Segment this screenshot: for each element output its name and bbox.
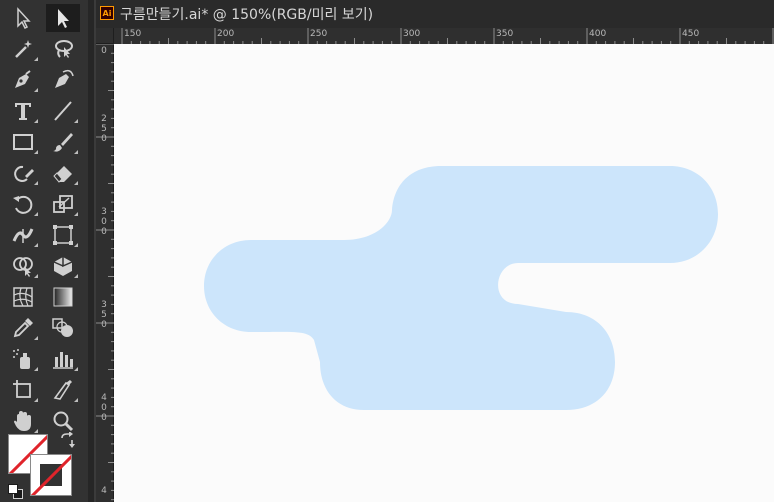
document-title: 구름만들기.ai* @ 150%(RGB/미리 보기) — [120, 7, 374, 23]
slice-tool[interactable] — [46, 376, 80, 404]
slice-knife-icon — [53, 380, 72, 400]
pen-nib-icon — [15, 70, 31, 88]
selection-tool[interactable] — [6, 4, 40, 32]
document-tab[interactable]: Ai 구름만들기.ai* @ 150%(RGB/미리 보기) — [96, 0, 774, 29]
horizontal-ruler[interactable]: 150 200 250 300 350 400 450 — [114, 28, 774, 45]
ruler-label: 250 — [101, 114, 107, 144]
mesh-icon — [13, 287, 33, 307]
shaper-icon — [14, 165, 34, 182]
ruler-label: 350 — [101, 300, 107, 330]
fill-stroke-swatches — [6, 431, 82, 502]
shaper-tool[interactable] — [6, 159, 40, 187]
horizontal-ruler-ticks — [121, 28, 774, 44]
hand-tool[interactable] — [6, 407, 40, 435]
shape-builder-tool[interactable] — [6, 252, 40, 280]
free-transform-tool[interactable] — [46, 221, 80, 249]
gradient-icon — [53, 287, 73, 307]
lasso-icon — [55, 40, 73, 58]
mesh-tool[interactable] — [6, 283, 40, 311]
ruler-label: 300 — [101, 207, 107, 237]
ruler-label: 400 — [101, 393, 107, 423]
blend-icon — [52, 318, 73, 337]
curvature-tool[interactable] — [46, 66, 80, 94]
default-fill-stroke-icon[interactable] — [8, 484, 24, 500]
stroke-swatch-none[interactable] — [30, 454, 72, 496]
rotate-icon — [13, 195, 33, 214]
illustrator-file-icon: Ai — [100, 6, 114, 20]
type-tool[interactable] — [6, 97, 40, 125]
pen-tool[interactable] — [6, 66, 40, 94]
width-tool[interactable] — [6, 221, 40, 249]
ruler-origin[interactable] — [96, 28, 114, 44]
ruler-label: 450 — [682, 29, 700, 39]
eyedropper-icon — [13, 318, 33, 338]
artboard-icon — [13, 380, 31, 398]
scale-icon — [53, 195, 73, 213]
direct-selection-tool[interactable] — [46, 4, 80, 32]
ruler-label: 4 — [101, 486, 107, 496]
artboard-tool[interactable] — [6, 376, 40, 404]
swap-fill-stroke-icon[interactable] — [58, 431, 76, 450]
hand-icon — [14, 411, 31, 431]
zoom-tool[interactable] — [46, 407, 80, 435]
eyedropper-tool[interactable] — [6, 314, 40, 342]
line-segment-icon — [54, 101, 72, 121]
vertical-ruler-ticks — [96, 44, 114, 501]
free-transform-icon — [53, 225, 73, 245]
cloud-shape[interactable] — [114, 44, 774, 502]
tools-panel — [0, 0, 88, 502]
ruler-label: 300 — [403, 29, 421, 39]
gradient-tool[interactable] — [46, 283, 80, 311]
curvature-pen-icon — [55, 69, 74, 88]
ruler-label: 150 — [124, 29, 142, 39]
ruler-label: 0 — [101, 46, 107, 56]
rotate-tool[interactable] — [6, 190, 40, 218]
column-graph-icon — [53, 352, 73, 369]
magic-wand-tool[interactable] — [6, 35, 40, 63]
eraser-icon — [53, 166, 72, 183]
ruler-label: 400 — [589, 29, 607, 39]
paintbrush-icon — [53, 133, 73, 152]
ruler-label: 200 — [217, 29, 235, 39]
eraser-tool[interactable] — [46, 159, 80, 187]
line-segment-tool[interactable] — [46, 97, 80, 125]
shape-builder-icon — [13, 257, 33, 277]
paintbrush-tool[interactable] — [46, 128, 80, 156]
lasso-tool[interactable] — [46, 35, 80, 63]
cloud-path[interactable] — [204, 166, 718, 410]
perspective-grid-icon — [53, 257, 73, 276]
rectangle-icon — [13, 134, 33, 150]
type-t-icon — [15, 103, 31, 120]
vertical-ruler[interactable]: 0 250 300 350 400 4 — [96, 44, 114, 502]
artboard-canvas[interactable] — [114, 44, 774, 502]
perspective-grid-tool[interactable] — [46, 252, 80, 280]
selection-arrow-icon — [17, 7, 31, 30]
none-slash-icon — [31, 455, 71, 495]
direct-selection-arrow-icon — [58, 9, 69, 28]
ruler-label: 350 — [496, 29, 514, 39]
ruler-label: 250 — [310, 29, 328, 39]
magic-wand-icon — [15, 40, 32, 58]
symbol-sprayer-tool[interactable] — [6, 345, 40, 373]
symbol-sprayer-icon — [13, 349, 30, 369]
rectangle-tool[interactable] — [6, 128, 40, 156]
blend-tool[interactable] — [46, 314, 80, 342]
column-graph-tool[interactable] — [46, 345, 80, 373]
magnifier-icon — [53, 411, 74, 432]
scale-tool[interactable] — [46, 190, 80, 218]
width-tool-icon — [12, 228, 34, 243]
